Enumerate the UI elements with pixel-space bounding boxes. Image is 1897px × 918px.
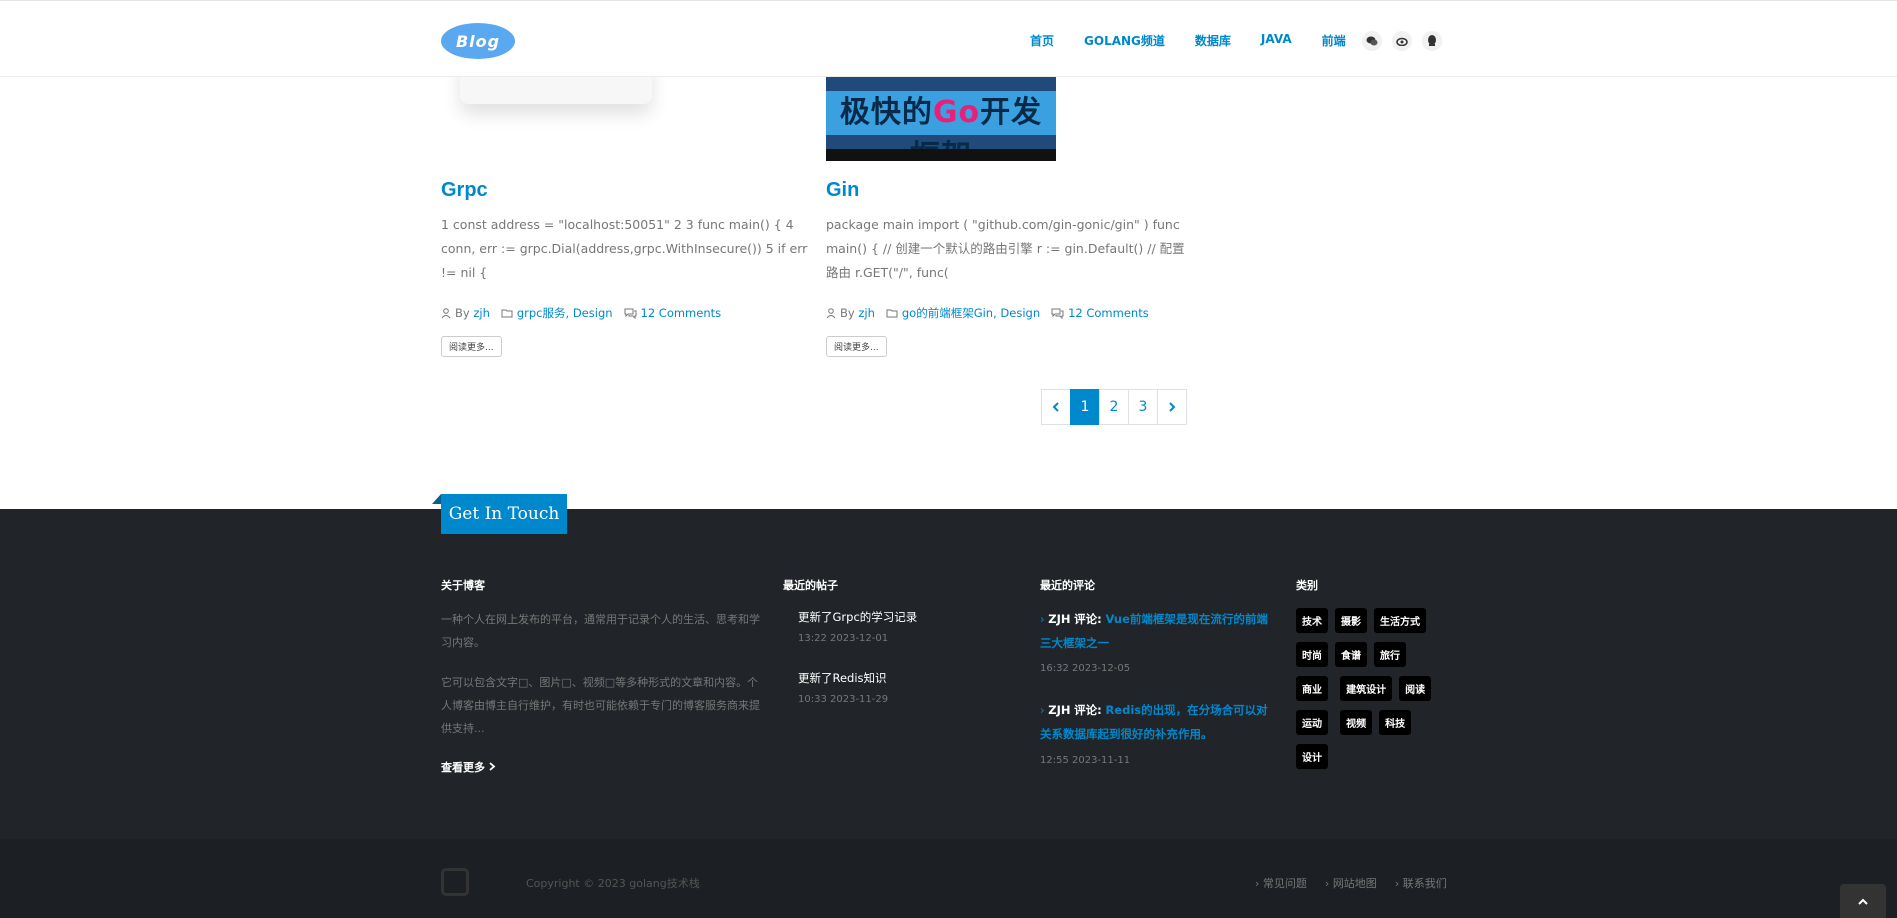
pagination: 1 2 3 — [1041, 389, 1187, 425]
category-tag[interactable]: 生活方式 — [1374, 608, 1426, 633]
comment-label: 评论: — [1074, 612, 1102, 626]
about-text-2: 它可以包含文字□、图片□、视频□等多种形式的文章和内容。个人博客由博主自行维护，… — [441, 676, 760, 735]
footer-link-sitemap[interactable]: › 网站地图 — [1325, 875, 1377, 891]
category-tag[interactable]: 技术 — [1296, 608, 1328, 633]
recent-comment[interactable]: › ZJH 评论: Vue前端框架是现在流行的前端三大框架之一 — [1040, 607, 1278, 655]
comment-date: 16:32 2023-12-05 — [1040, 663, 1131, 674]
meta-by: By — [840, 306, 855, 320]
chevron-left-icon — [1052, 402, 1059, 412]
wechat-icon[interactable] — [1362, 31, 1382, 51]
recent-post-link[interactable]: 更新了Grpc的学习记录 — [798, 609, 917, 625]
nav-golang[interactable]: GOLANG频道 — [1084, 32, 1165, 49]
about-title: 关于博客 — [441, 579, 485, 592]
nav-database[interactable]: 数据库 — [1195, 32, 1231, 49]
meta-categories[interactable]: grpc服务, Design — [517, 305, 613, 321]
category-tag[interactable]: 视频 — [1340, 710, 1373, 735]
category-tag[interactable]: 科技 — [1379, 710, 1412, 735]
recent-comment[interactable]: › ZJH 评论: Redis的出现，在分场合可以对关系数据库起到很好的补充作用… — [1040, 698, 1278, 746]
user-icon — [441, 307, 451, 318]
category-tag[interactable]: 食谱 — [1335, 642, 1367, 667]
scroll-to-top-button[interactable] — [1840, 884, 1886, 918]
site-header: Blog 首页 GOLANG频道 数据库 JAVA 前端 — [0, 5, 1897, 77]
weibo-icon[interactable] — [1392, 31, 1412, 51]
meta-author[interactable]: zjh — [473, 306, 490, 320]
post-title-gin[interactable]: Gin — [826, 179, 859, 202]
page-3-button[interactable]: 3 — [1128, 389, 1158, 425]
category-tag[interactable]: 运动 — [1296, 710, 1328, 735]
site-logo[interactable]: Blog — [441, 23, 515, 59]
chevron-up-icon — [1858, 898, 1868, 905]
about-text-1: 一种个人在网上发布的平台，通常用于记录个人的生活、思考和学习内容。 — [441, 613, 760, 649]
footer-link-sitemap-label: 网站地图 — [1332, 877, 1377, 890]
category-tag[interactable]: 建筑设计 — [1340, 676, 1393, 701]
folder-icon — [501, 309, 513, 318]
chevron-right-icon: › — [1040, 612, 1045, 626]
social-links — [1362, 31, 1442, 51]
comments-icon — [1051, 308, 1064, 319]
get-in-touch-heading: Get In Touch — [441, 494, 567, 534]
nav-frontend[interactable]: 前端 — [1322, 32, 1346, 49]
copyright-text: Copyright © 2023 golang技术栈 — [526, 877, 700, 890]
comment-label: 评论: — [1074, 703, 1102, 717]
recent-comments-title: 最近的评论 — [1040, 579, 1095, 592]
gin-thumb-text-go: Go — [932, 95, 981, 130]
category-tags: 技术 摄影 生活方式 时尚 食谱 旅行商业 建筑设计 阅读运动 视频 科技设计 — [1296, 608, 1446, 778]
next-page-button[interactable] — [1157, 389, 1187, 425]
about-more-link[interactable]: 查看更多 — [441, 759, 496, 775]
copyright-bar — [0, 839, 1897, 918]
meta-comments[interactable]: 12 Comments — [641, 306, 722, 320]
meta-comments[interactable]: 12 Comments — [1068, 306, 1149, 320]
meta-categories[interactable]: go的前端框架Gin, Design — [902, 305, 1040, 321]
gin-thumb-text-1: 极快的 — [839, 95, 933, 130]
category-tag[interactable]: 摄影 — [1335, 608, 1367, 633]
footer-links: › 常见问题 › 网站地图 › 联系我们 — [1255, 875, 1447, 891]
gin-thumbnail-band: 极快的Go开发框架 — [826, 91, 1056, 161]
comment-date: 12:55 2023-11-11 — [1040, 755, 1131, 766]
site-footer — [0, 509, 1897, 839]
category-tag[interactable]: 阅读 — [1399, 676, 1432, 701]
read-more-button[interactable]: 阅读更多... — [826, 336, 887, 357]
footer-link-faq[interactable]: › 常见问题 — [1255, 875, 1307, 891]
comments-icon — [624, 308, 636, 319]
category-tag[interactable]: 旅行 — [1374, 642, 1406, 667]
chevron-right-icon — [489, 762, 496, 771]
post-excerpt-gin: package main import ( "github.com/gin-go… — [826, 217, 1185, 280]
post-meta-gin: By zjh go的前端框架Gin, Design 12 Comments — [826, 305, 1149, 321]
folder-icon — [886, 309, 898, 318]
footer-link-faq-label: 常见问题 — [1262, 877, 1307, 890]
get-in-touch-tab — [432, 494, 441, 504]
recent-post-date: 13:22 2023-12-01 — [798, 633, 889, 644]
category-tag[interactable]: 时尚 — [1296, 642, 1328, 667]
gin-thumbnail[interactable]: 极快的Go开发框架 — [826, 77, 1056, 161]
categories-title: 类别 — [1296, 579, 1318, 592]
category-tag[interactable]: 设计 — [1296, 744, 1328, 769]
post-excerpt-grpc: 1 const address = "localhost:50051" 2 3 … — [441, 217, 808, 280]
gin-thumbnail-bottom-bar — [826, 149, 1056, 161]
chevron-right-icon — [1169, 402, 1176, 412]
recent-post-date: 10:33 2023-11-29 — [798, 694, 889, 705]
category-tag[interactable]: 商业 — [1296, 676, 1328, 701]
post-title-grpc[interactable]: Grpc — [441, 179, 488, 202]
comment-author: ZJH — [1048, 612, 1071, 626]
recent-post-link[interactable]: 更新了Redis知识 — [798, 670, 887, 686]
post-meta-grpc: By zjh grpc服务, Design 12 Comments — [441, 305, 721, 321]
user-icon — [826, 307, 836, 318]
footer-logo-icon[interactable] — [441, 868, 469, 896]
nav-home[interactable]: 首页 — [1030, 32, 1054, 49]
comment-author: ZJH — [1048, 703, 1071, 717]
prev-page-button[interactable] — [1041, 389, 1071, 425]
about-more-label: 查看更多 — [441, 761, 485, 774]
main-nav: 首页 GOLANG频道 数据库 JAVA 前端 — [1030, 32, 1376, 49]
qq-icon[interactable] — [1422, 31, 1442, 51]
chevron-right-icon: › — [1040, 703, 1045, 717]
read-more-button[interactable]: 阅读更多... — [441, 336, 502, 357]
footer-link-contact-label: 联系我们 — [1402, 877, 1447, 890]
footer-link-contact[interactable]: › 联系我们 — [1395, 875, 1447, 891]
page-2-button[interactable]: 2 — [1099, 389, 1129, 425]
nav-java[interactable]: JAVA — [1261, 32, 1292, 49]
meta-author[interactable]: zjh — [858, 306, 875, 320]
recent-posts-title: 最近的帖子 — [783, 579, 838, 592]
page-1-button[interactable]: 1 — [1070, 389, 1100, 425]
meta-by: By — [455, 306, 470, 320]
